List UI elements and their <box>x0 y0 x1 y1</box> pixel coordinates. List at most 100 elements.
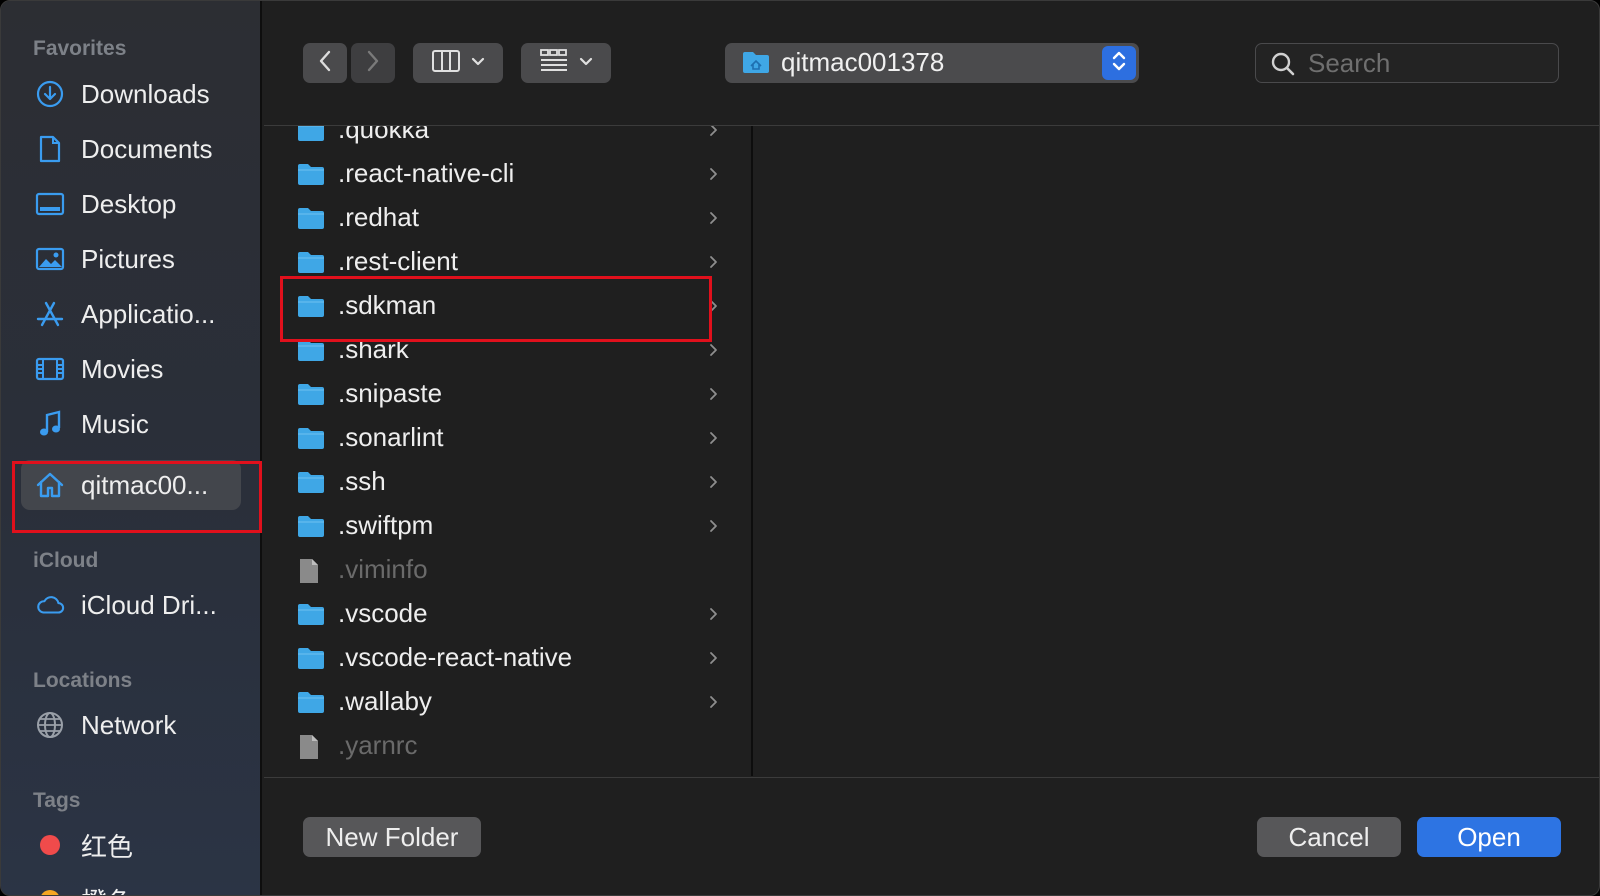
sidebar-item-music[interactable]: Music <box>21 399 241 449</box>
location-label: qitmac001378 <box>781 47 945 77</box>
search-field[interactable] <box>1255 43 1559 83</box>
folder-icon <box>296 126 326 145</box>
documents-icon <box>35 135 65 163</box>
sidebar-item-label: Pictures <box>81 243 175 274</box>
forward-button[interactable] <box>351 43 395 83</box>
footer-divider <box>264 777 1599 778</box>
search-input[interactable] <box>1308 47 1548 79</box>
file-name: .vscode <box>338 598 428 628</box>
chevron-right-icon <box>709 475 719 489</box>
folder-icon <box>296 645 326 673</box>
folder-icon <box>296 381 326 409</box>
sidebar-item-tag-orange[interactable]: 橙色 <box>21 875 241 895</box>
folder-row[interactable]: .snipaste <box>264 373 750 417</box>
folder-row[interactable]: .ssh <box>264 461 750 505</box>
sidebar-item-label: Downloads <box>81 78 210 109</box>
updown-chevron-icon <box>1111 48 1127 79</box>
folder-icon <box>296 469 326 497</box>
file-row[interactable]: .viminfo <box>264 549 750 593</box>
favorites-header: Favorites <box>33 37 127 60</box>
file-name: .vscode-react-native <box>338 642 573 672</box>
cancel-button[interactable]: Cancel <box>1257 817 1401 857</box>
icloud-header: iCloud <box>33 549 99 572</box>
sidebar-item-movies[interactable]: Movies <box>21 344 241 394</box>
folder-row[interactable]: .sonarlint <box>264 417 750 461</box>
group-mode-button[interactable] <box>521 43 611 83</box>
sidebar-item-label: Music <box>81 408 149 439</box>
file-name: .swiftpm <box>338 510 434 540</box>
folder-row[interactable]: .vscode <box>264 593 750 637</box>
chevron-down-icon <box>471 54 485 72</box>
back-button[interactable] <box>303 43 347 83</box>
sidebar-item-label: Applicatio... <box>81 298 216 329</box>
chevron-right-icon <box>709 387 719 401</box>
folder-row[interactable]: .vscode-react-native <box>264 637 750 681</box>
open-button[interactable]: Open <box>1417 817 1561 857</box>
chevron-left-icon <box>318 50 332 77</box>
folder-row[interactable]: .swiftpm <box>264 505 750 549</box>
sidebar-item-network[interactable]: Network <box>21 700 241 750</box>
chevron-right-icon <box>709 651 719 665</box>
new-folder-button[interactable]: New Folder <box>303 817 481 857</box>
file-name: .yarnrc <box>338 730 418 760</box>
sidebar-item-label: 红色 <box>81 831 134 862</box>
sidebar-item-applications[interactable]: Applicatio... <box>21 289 241 339</box>
chevron-right-icon <box>709 167 719 181</box>
sidebar-item-documents[interactable]: Documents <box>21 124 241 174</box>
file-name: .redhat <box>338 202 419 232</box>
chevron-right-icon <box>709 695 719 709</box>
search-icon <box>1270 51 1296 82</box>
downloads-icon <box>35 80 65 108</box>
location-popup[interactable]: qitmac001378 <box>725 43 1139 83</box>
file-name: .snipaste <box>338 378 443 408</box>
chevron-right-icon <box>709 255 719 269</box>
folder-row[interactable]: .redhat <box>264 197 750 241</box>
sidebar-item-desktop[interactable]: Desktop <box>21 179 241 229</box>
file-name: .ssh <box>338 466 386 496</box>
folder-icon <box>296 205 326 233</box>
document-icon <box>296 733 326 761</box>
tags-header: Tags <box>33 789 81 812</box>
home-folder-icon <box>741 49 771 80</box>
file-name: .quokka <box>338 126 430 144</box>
sidebar-item-downloads[interactable]: Downloads <box>21 69 241 119</box>
movies-icon <box>35 355 65 383</box>
file-name: .rest-client <box>338 246 458 276</box>
sidebar-item-pictures[interactable]: Pictures <box>21 234 241 284</box>
sidebar-item-tag-red[interactable]: 红色 <box>21 820 241 870</box>
sidebar-item-label: Movies <box>81 353 164 384</box>
file-name: .react-native-cli <box>338 158 515 188</box>
location-stepper[interactable] <box>1102 46 1136 80</box>
chevron-right-icon <box>709 343 719 357</box>
column-divider[interactable] <box>751 126 753 776</box>
folder-row[interactable]: .wallaby <box>264 681 750 725</box>
chevron-right-icon <box>366 50 380 77</box>
folder-row[interactable]: .quokka <box>264 126 750 153</box>
file-name: .wallaby <box>338 686 432 716</box>
folder-icon <box>296 161 326 189</box>
tag-dot-icon <box>35 831 65 859</box>
tag-dot-icon <box>35 886 65 895</box>
sidebar: Favorites Downloads Documents Desktop Pi… <box>1 1 262 895</box>
folder-icon <box>296 425 326 453</box>
file-column: .quokka .react-native-cli .redhat .rest-cli… <box>264 126 750 776</box>
open-file-dialog: Favorites Downloads Documents Desktop Pi… <box>0 0 1600 896</box>
sidebar-item-label: Network <box>81 709 177 740</box>
chevron-right-icon <box>709 211 719 225</box>
applications-icon <box>35 300 65 328</box>
folder-row[interactable]: .react-native-cli <box>264 153 750 197</box>
sidebar-item-label: Desktop <box>81 188 177 219</box>
sidebar-item-label: Documents <box>81 133 213 164</box>
music-icon <box>35 410 65 438</box>
sidebar-item-icloud-drive[interactable]: iCloud Dri... <box>21 580 241 630</box>
annotation-highlight <box>12 461 262 533</box>
icloud-icon <box>35 591 65 619</box>
folder-icon <box>296 513 326 541</box>
document-icon <box>296 557 326 585</box>
file-row[interactable]: .yarnrc <box>264 725 750 769</box>
folder-icon <box>296 249 326 277</box>
desktop-icon <box>35 190 65 218</box>
sidebar-item-label: iCloud Dri... <box>81 589 217 620</box>
file-name: .viminfo <box>338 554 428 584</box>
view-mode-button[interactable] <box>413 43 503 83</box>
